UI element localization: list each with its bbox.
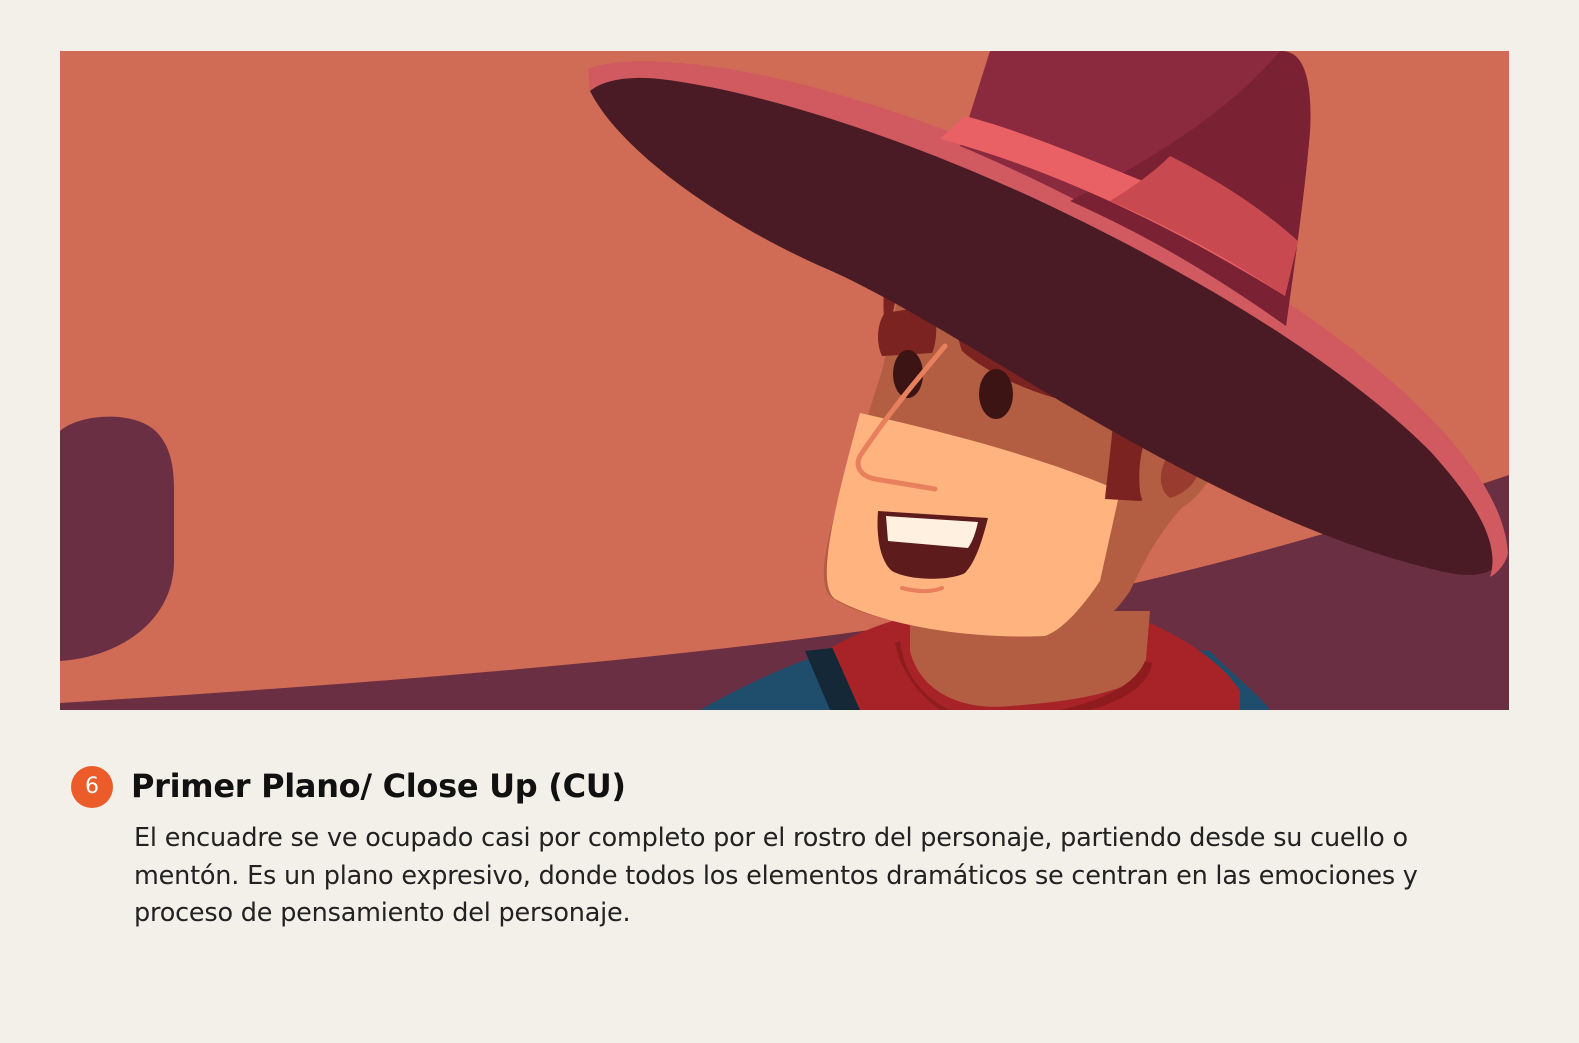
right-eye [979, 369, 1013, 419]
cowboy-close-up-illustration [60, 51, 1509, 710]
section-title: Primer Plano/ Close Up (CU) [131, 767, 626, 805]
cowboy-illustration [60, 51, 1509, 710]
section-description: El encuadre se ve ocupado casi por compl… [134, 823, 1418, 928]
step-number-badge: 6 [71, 766, 113, 808]
